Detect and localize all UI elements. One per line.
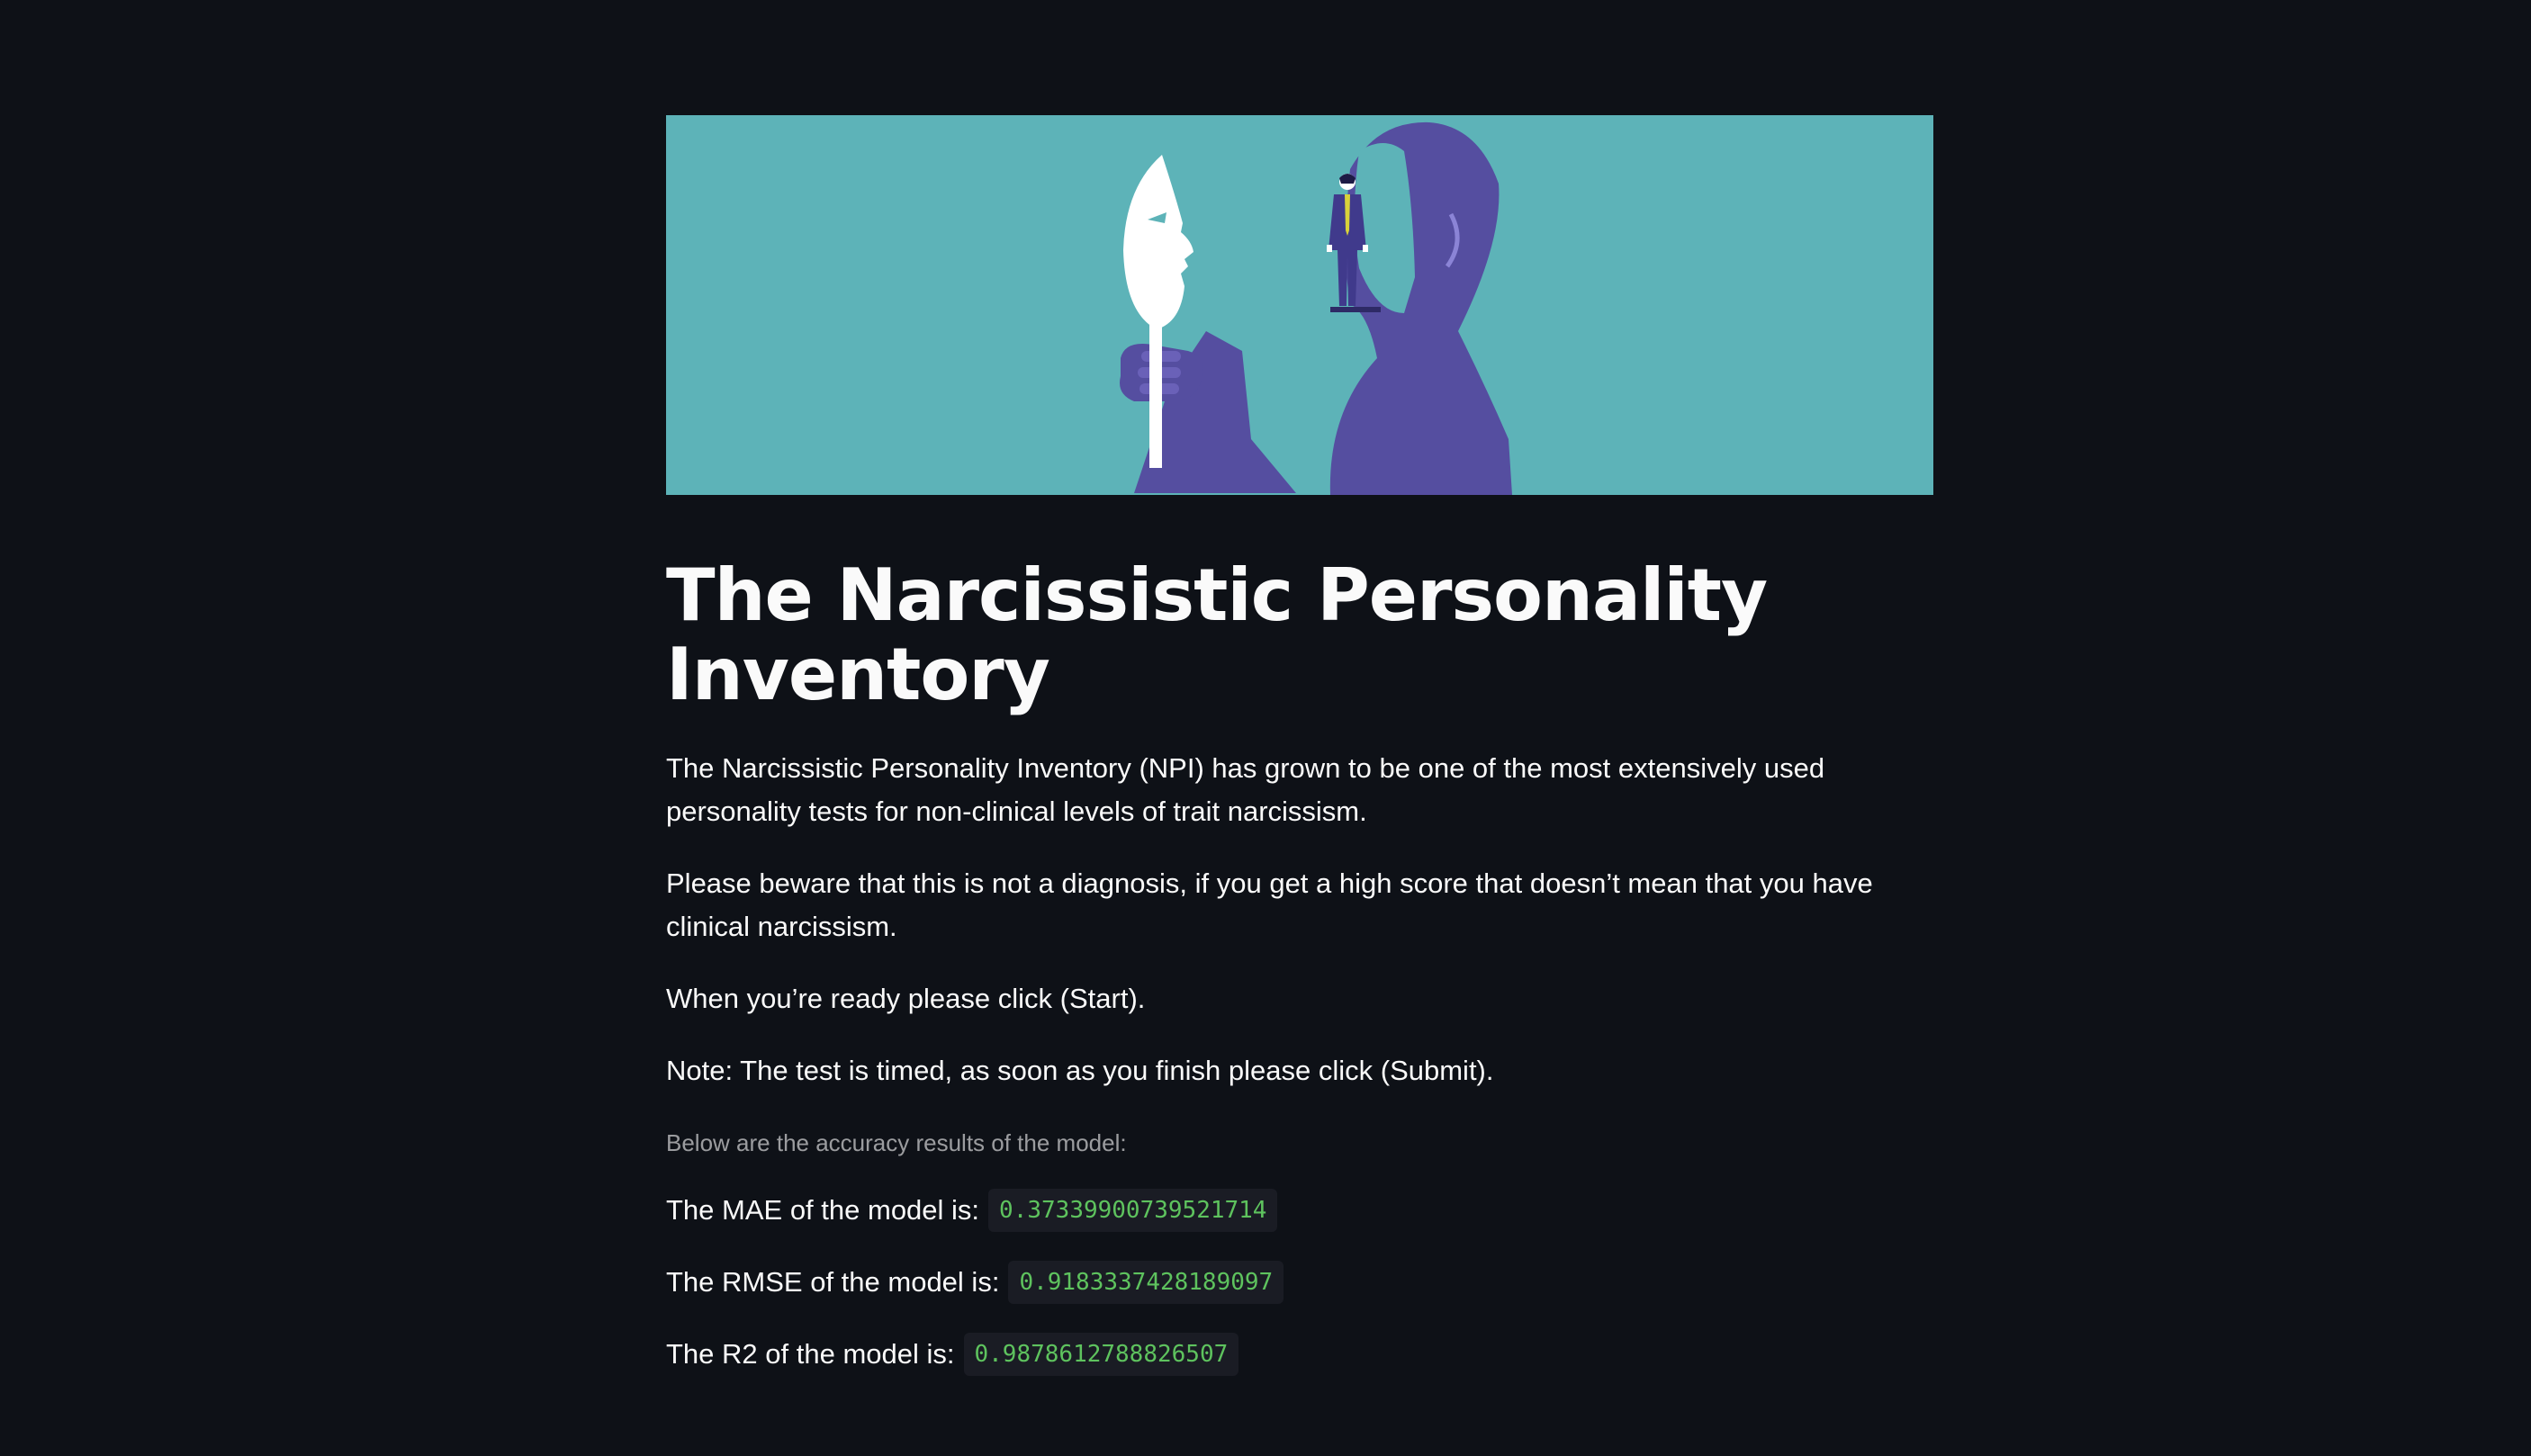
metric-label: The R2 of the model is: bbox=[666, 1338, 955, 1370]
main-content: The Narcissistic Personality Inventory T… bbox=[666, 115, 1933, 1377]
metric-label: The MAE of the model is: bbox=[666, 1194, 980, 1226]
intro-paragraph: The Narcissistic Personality Inventory (… bbox=[666, 752, 1825, 827]
metric-value: 0.9878612788826507 bbox=[963, 1333, 1239, 1376]
accuracy-caption: Below are the accuracy results of the mo… bbox=[666, 1129, 1127, 1156]
start-instruction: When you’re ready please click (Start). bbox=[666, 983, 1146, 1014]
metric-rmse: The RMSE of the model is: 0.918333742818… bbox=[666, 1260, 1933, 1305]
disclaimer-paragraph: Please beware that this is not a diagnos… bbox=[666, 867, 1873, 942]
timing-note: Note: The test is timed, as soon as you … bbox=[666, 1055, 1494, 1086]
metric-label: The RMSE of the model is: bbox=[666, 1266, 1000, 1298]
page-title: The Narcissistic Personality Inventory bbox=[666, 553, 1768, 716]
metric-value: 0.37339900739521714 bbox=[988, 1189, 1278, 1232]
app-page: The Narcissistic Personality Inventory T… bbox=[0, 0, 2531, 1456]
mask-illustration-icon bbox=[666, 115, 1933, 495]
metric-r2: The R2 of the model is: 0.98786127888265… bbox=[666, 1332, 1933, 1377]
hero-image bbox=[666, 115, 1933, 495]
metric-mae: The MAE of the model is: 0.3733990073952… bbox=[666, 1188, 1933, 1233]
metric-value: 0.9183337428189097 bbox=[1008, 1261, 1284, 1304]
